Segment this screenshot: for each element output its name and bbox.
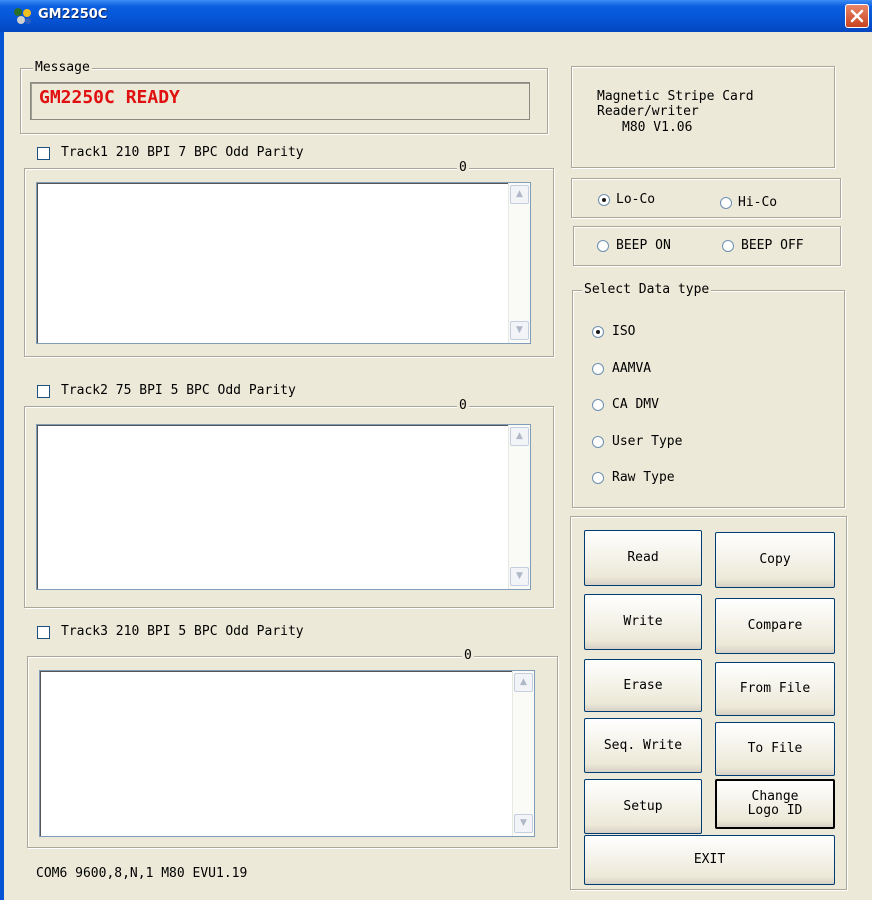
write-button[interactable]: Write <box>584 594 702 650</box>
device-info-line1: Magnetic Stripe Card <box>597 89 754 104</box>
track2-count: 0 <box>457 398 469 413</box>
read-button[interactable]: Read <box>584 530 702 586</box>
window-frame <box>0 32 4 900</box>
lo-co-radio[interactable] <box>598 194 610 206</box>
track1-textarea[interactable]: ▲ ▼ <box>36 182 531 344</box>
scroll-down-icon[interactable]: ▼ <box>510 321 529 340</box>
data-type-iso-label[interactable]: ISO <box>612 324 635 339</box>
track3-count: 0 <box>462 648 474 663</box>
beep-off-radio[interactable] <box>722 240 734 252</box>
track3-label: Track3 210 BPI 5 BPC Odd Parity <box>61 624 304 639</box>
track2-scrollbar[interactable]: ▲ ▼ <box>508 425 530 589</box>
data-type-raw-label[interactable]: Raw Type <box>612 470 675 485</box>
data-type-raw-radio[interactable] <box>592 472 604 484</box>
track1-checkbox[interactable] <box>37 147 50 160</box>
track1-label: Track1 210 BPI 7 BPC Odd Parity <box>61 145 304 160</box>
track2-textarea[interactable]: ▲ ▼ <box>36 424 531 590</box>
exit-button[interactable]: EXIT <box>584 835 835 885</box>
seq-write-button[interactable]: Seq. Write <box>584 718 702 773</box>
data-type-legend: Select Data type <box>582 282 712 297</box>
change-logo-label-line2: Logo ID <box>747 803 803 818</box>
beep-off-label[interactable]: BEEP OFF <box>741 238 804 253</box>
device-info-line3: M80 V1.06 <box>622 120 693 135</box>
device-info-line2: Reader/writer <box>597 104 699 119</box>
change-logo-label-line1: Change <box>751 789 799 804</box>
scroll-down-icon[interactable]: ▼ <box>514 814 533 833</box>
data-type-aamva-label[interactable]: AAMVA <box>612 361 651 376</box>
setup-button-label: Setup <box>623 798 663 814</box>
change-logo-id-button[interactable]: Change Logo ID <box>715 779 835 829</box>
track1-count: 0 <box>457 160 469 175</box>
hi-co-radio[interactable] <box>720 197 732 209</box>
track1-scrollbar[interactable]: ▲ ▼ <box>508 183 530 343</box>
message-legend: Message <box>33 60 92 75</box>
scroll-up-icon[interactable]: ▲ <box>514 673 533 692</box>
scroll-up-icon[interactable]: ▲ <box>510 427 529 446</box>
title-bar[interactable] <box>0 0 872 32</box>
coercivity-group <box>571 178 841 218</box>
copy-button[interactable]: Copy <box>715 532 835 588</box>
data-type-aamva-radio[interactable] <box>592 363 604 375</box>
from-file-button[interactable]: From File <box>715 662 835 716</box>
track3-scrollbar[interactable]: ▲ ▼ <box>512 671 534 836</box>
setup-button[interactable]: Setup <box>584 779 702 834</box>
data-type-user-radio[interactable] <box>592 436 604 448</box>
beep-on-label[interactable]: BEEP ON <box>616 238 671 253</box>
track3-checkbox[interactable] <box>37 626 50 639</box>
data-type-ca-dmv-radio[interactable] <box>592 399 604 411</box>
message-display: GM2250C READY <box>30 82 530 120</box>
scroll-down-icon[interactable]: ▼ <box>510 567 529 586</box>
beep-on-radio[interactable] <box>597 240 609 252</box>
track3-textarea[interactable]: ▲ ▼ <box>39 670 535 837</box>
track2-label: Track2 75 BPI 5 BPC Odd Parity <box>61 383 296 398</box>
track2-checkbox[interactable] <box>37 385 50 398</box>
scroll-up-icon[interactable]: ▲ <box>510 185 529 204</box>
close-icon <box>850 9 864 23</box>
erase-button[interactable]: Erase <box>584 659 702 712</box>
window-title: GM2250C <box>38 7 108 22</box>
data-type-user-label[interactable]: User Type <box>612 434 682 449</box>
to-file-button[interactable]: To File <box>715 722 835 776</box>
compare-button[interactable]: Compare <box>715 598 835 654</box>
app-icon <box>14 8 31 24</box>
data-type-iso-radio[interactable] <box>592 326 604 338</box>
hi-co-label[interactable]: Hi-Co <box>738 195 777 210</box>
status-bar: COM6 9600,8,N,1 M80 EVU1.19 <box>36 866 248 881</box>
lo-co-label[interactable]: Lo-Co <box>616 192 655 207</box>
close-button[interactable] <box>845 4 869 28</box>
data-type-ca-dmv-label[interactable]: CA DMV <box>612 397 659 412</box>
